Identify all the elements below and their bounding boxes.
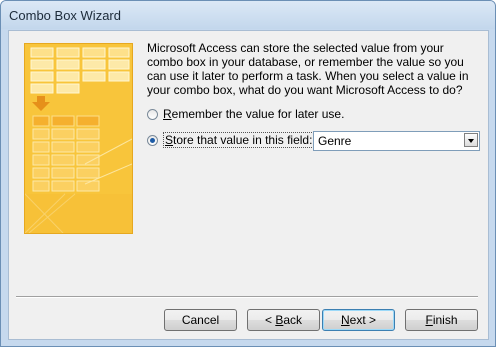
remember-value-option[interactable]: Remember the value for later use. (147, 106, 344, 122)
remember-value-label: Remember the value for later use. (163, 107, 345, 121)
button-separator (16, 296, 478, 298)
combo-box-wizard-window: Combo Box Wizard Microsoft Access can st… (0, 0, 496, 347)
store-value-radio[interactable] (147, 134, 158, 146)
field-select-value: Genre (318, 134, 352, 148)
window-title: Combo Box Wizard (9, 8, 121, 23)
store-value-label: Store that value in this field: (163, 132, 315, 148)
chevron-down-icon (468, 139, 474, 143)
back-button[interactable]: < Back (247, 309, 320, 331)
radio-selected-dot (150, 137, 155, 143)
wizard-question-text: Microsoft Access can store the selected … (147, 41, 469, 97)
store-value-option[interactable]: Store that value in this field: (147, 132, 315, 148)
title-bar[interactable]: Combo Box Wizard (1, 1, 495, 29)
wizard-body: Microsoft Access can store the selected … (8, 30, 489, 340)
wizard-illustration (24, 43, 133, 234)
combobox-dropdown-button[interactable] (464, 133, 478, 147)
field-select-combobox[interactable]: Genre (313, 131, 480, 151)
remember-value-radio[interactable] (147, 108, 158, 120)
finish-button[interactable]: Finish (405, 309, 478, 331)
cancel-button[interactable]: Cancel (164, 309, 237, 331)
next-button[interactable]: Next > (322, 309, 395, 331)
table-illustration-icon (25, 44, 132, 233)
